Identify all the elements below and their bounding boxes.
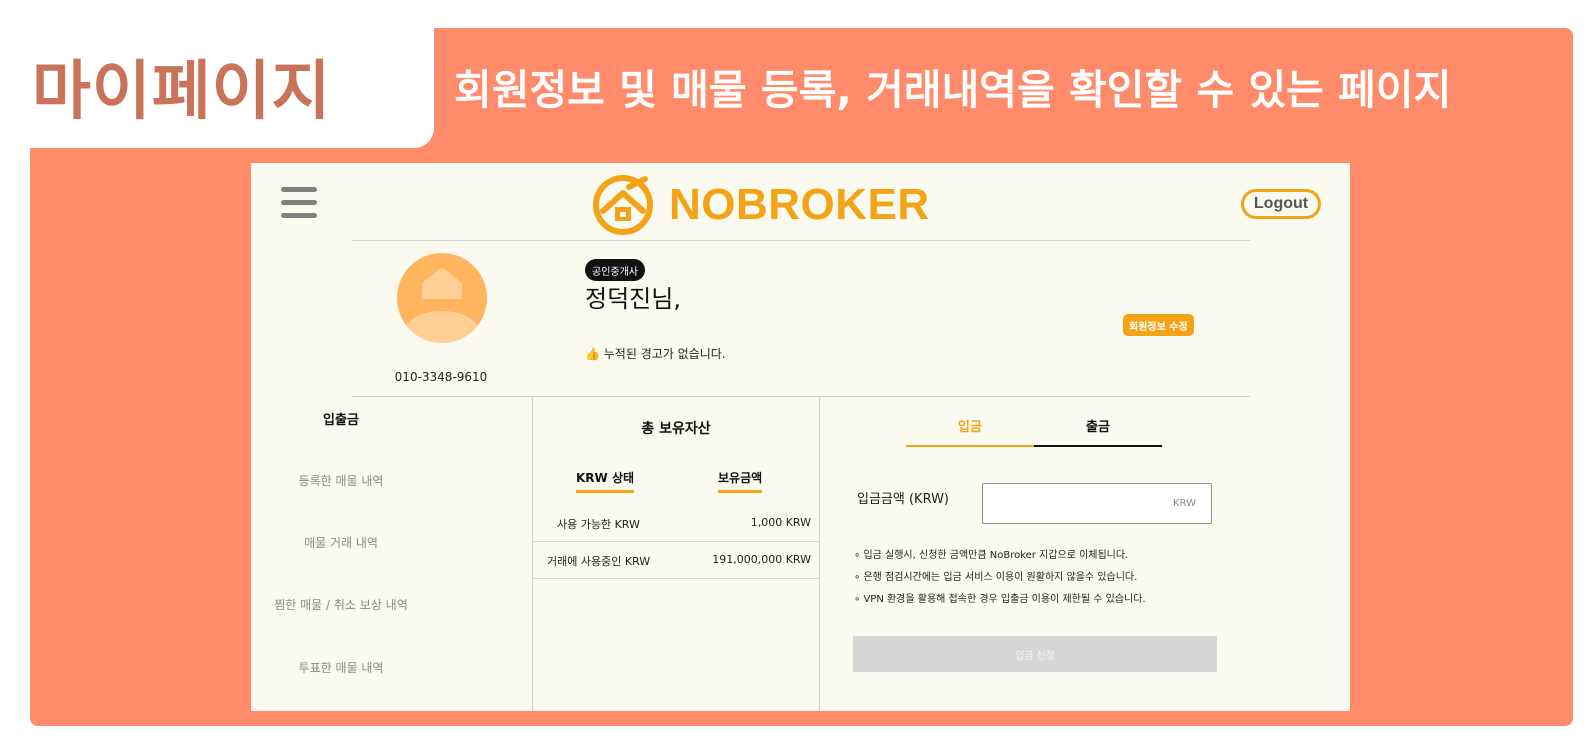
notice-text: VPN 환경을 활용해 접속한 경우 입출금 이용이 제한될 수 있습니다. — [863, 594, 1146, 605]
side-item-voted-listings[interactable]: 투표한 매물 내역 — [251, 659, 431, 676]
amount-label: 입금금액 (KRW) — [857, 492, 950, 507]
avatar — [397, 253, 487, 343]
notice-item: ∘ VPN 환경을 활용해 접속한 경우 입출금 이용이 제한될 수 있습니다. — [854, 594, 1146, 605]
amount-unit: KRW — [1173, 498, 1196, 509]
notice-item: ∘ 은행 점검시간에는 입금 서비스 이용이 원활하지 않을수 있습니다. — [854, 572, 1138, 583]
divider — [352, 396, 1250, 397]
logo[interactable]: NOBROKER — [591, 173, 930, 237]
side-item-transaction-history[interactable]: 매물 거래 내역 — [251, 534, 431, 551]
logout-button[interactable]: Logout — [1241, 189, 1321, 219]
house-ring-icon — [593, 175, 653, 235]
user-house-icon — [404, 267, 480, 343]
assets-title: 총 보유자산 — [641, 421, 711, 437]
asset-row: 거래에 사용중인 KRW 191,000,000 KRW — [533, 541, 819, 578]
phone-number: 010-3348-9610 — [394, 370, 488, 384]
role-badge: 공인중개사 — [585, 259, 645, 281]
tab-withdraw[interactable]: 출금 — [1034, 416, 1162, 447]
side-item-registered-listings[interactable]: 등록한 매물 내역 — [251, 472, 431, 489]
side-item-favorites-compensation[interactable]: 찜한 매물 / 취소 보상 내역 — [251, 596, 431, 613]
asset-row-value: 1,000 KRW — [750, 516, 811, 529]
divider — [352, 240, 1250, 241]
column-divider — [819, 397, 820, 711]
notice-text: 입금 실행시, 신청한 금액만큼 NoBroker 지갑으로 이체됩니다. — [863, 550, 1129, 561]
asset-row-label: 사용 가능한 KRW — [557, 518, 640, 531]
notice-text: 은행 점검시간에는 입금 서비스 이용이 원활하지 않을수 있습니다. — [863, 572, 1138, 583]
logo-text: NOBROKER — [669, 180, 930, 229]
page-subtitle: 회원정보 및 매물 등록, 거래내역을 확인할 수 있는 페이지 — [454, 66, 1452, 114]
asset-row-label: 거래에 사용중인 KRW — [547, 555, 651, 568]
side-item-deposit-withdraw[interactable]: 입출금 — [251, 409, 431, 428]
hamburger-icon[interactable] — [281, 187, 317, 221]
user-name: 정덕진님, — [585, 285, 681, 313]
tab-deposit[interactable]: 입금 — [906, 416, 1034, 447]
notice-item: ∘ 입금 실행시, 신청한 금액만큼 NoBroker 지갑으로 이체됩니다. — [854, 550, 1129, 561]
assets-column-amount: 보유금액 — [718, 469, 763, 493]
page-title: 마이페이지 — [32, 55, 332, 129]
deposit-submit-button[interactable]: 입금 신청 — [853, 636, 1217, 672]
warning-status: 👍 누적된 경고가 없습니다. — [585, 347, 726, 361]
asset-row: 사용 가능한 KRW 1,000 KRW — [533, 504, 819, 541]
edit-profile-button[interactable]: 회원정보 수정 — [1123, 314, 1194, 336]
assets-column-status: KRW 상태 — [576, 469, 635, 493]
asset-row-value: 191,000,000 KRW — [712, 553, 811, 566]
row-divider — [533, 578, 819, 579]
app-screenshot: NOBROKER Logout 010-3348-9610 공인중개사 정덕진님… — [251, 163, 1350, 711]
